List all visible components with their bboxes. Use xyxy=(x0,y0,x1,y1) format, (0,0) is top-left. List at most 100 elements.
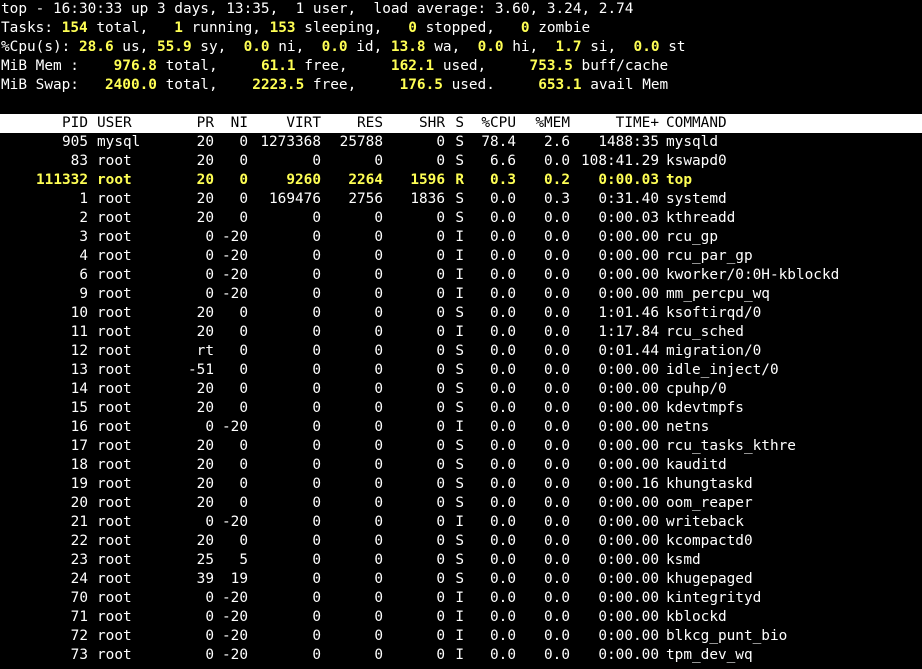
process-pid-cell: 70 xyxy=(70,590,88,606)
process-row[interactable]: 10 root 20 0 0 0 0 S 0.0 0.0 1:01.46 ksoftirqd/0 xyxy=(0,304,922,323)
process-res-cell: 2264 xyxy=(348,172,383,188)
process-res-cell: 0 xyxy=(374,229,383,245)
process-res-cell: 0 xyxy=(374,343,383,359)
process-row[interactable]: 70 root 0 -20 0 0 0 I 0.0 0.0 0:00.00 kintegrityd xyxy=(0,589,922,608)
process-cmd-cell: systemd xyxy=(666,191,727,207)
col-res[interactable]: RES xyxy=(321,114,383,133)
process-mem-cell: 0.0 xyxy=(544,552,570,568)
process-pid-cell: 12 xyxy=(70,343,88,359)
process-row[interactable]: 11 root 20 0 0 0 0 I 0.0 0.0 1:17.84 rcu_sched xyxy=(0,323,922,342)
process-row[interactable]: 15 root 20 0 0 0 0 S 0.0 0.0 0:00.00 kdevtmpfs xyxy=(0,399,922,418)
process-row[interactable]: 1 root 20 0 169476 2756 1836 S 0.0 0.3 0:31.40 syst… xyxy=(0,190,922,209)
process-row[interactable]: 2 root 20 0 0 0 0 S 0.0 0.0 0:00.03 kthreadd xyxy=(0,209,922,228)
process-cmd-cell: writeback xyxy=(666,514,744,530)
process-res-cell: 0 xyxy=(374,286,383,302)
process-row[interactable]: 20 root 20 0 0 0 0 S 0.0 0.0 0:00.00 oom_reaper xyxy=(0,494,922,513)
col-s[interactable]: S xyxy=(445,114,464,133)
process-res-cell: 0 xyxy=(374,419,383,435)
process-s-cell: S xyxy=(455,134,464,150)
process-row[interactable]: 13 root -51 0 0 0 0 S 0.0 0.0 0:00.00 idle_inject/0 xyxy=(0,361,922,380)
process-virt-cell: 0 xyxy=(312,571,321,587)
process-user-cell: root xyxy=(97,609,132,625)
process-shr-cell: 0 xyxy=(436,457,445,473)
process-row[interactable]: 4 root 0 -20 0 0 0 I 0.0 0.0 0:00.00 rcu_par_gp xyxy=(0,247,922,266)
process-mem-cell: 0.0 xyxy=(544,571,570,587)
process-mem-cell: 0.2 xyxy=(544,172,570,188)
process-row[interactable]: 12 root rt 0 0 0 0 S 0.0 0.0 0:01.44 migration/0 xyxy=(0,342,922,361)
process-cmd-cell: khugepaged xyxy=(666,571,753,587)
process-mem-cell: 0.3 xyxy=(544,191,570,207)
process-s-cell: I xyxy=(455,229,464,245)
process-row[interactable]: 21 root 0 -20 0 0 0 I 0.0 0.0 0:00.00 writeback xyxy=(0,513,922,532)
process-row[interactable]: 905 mysql 20 0 1273368 25788 0 S 78.4 2.6 1488:35 m… xyxy=(0,133,922,152)
process-ni-cell: 0 xyxy=(239,343,248,359)
mem-free: 61.1 xyxy=(260,58,296,74)
process-row[interactable]: 71 root 0 -20 0 0 0 I 0.0 0.0 0:00.00 kblockd xyxy=(0,608,922,627)
col-command[interactable]: COMMAND xyxy=(659,114,909,133)
process-res-cell: 0 xyxy=(374,381,383,397)
process-shr-cell: 0 xyxy=(436,229,445,245)
process-s-cell: S xyxy=(455,457,464,473)
process-time-cell: 1488:35 xyxy=(598,134,659,150)
process-cmd-cell: migration/0 xyxy=(666,343,762,359)
process-row[interactable]: 111332 root 20 0 9260 2264 1596 R 0.3 0.2 0:00.03 t… xyxy=(0,171,922,190)
process-cpu-cell: 0.0 xyxy=(490,305,516,321)
process-cpu-cell: 78.4 xyxy=(481,134,516,150)
process-row[interactable]: 3 root 0 -20 0 0 0 I 0.0 0.0 0:00.00 rcu_gp xyxy=(0,228,922,247)
process-row[interactable]: 16 root 0 -20 0 0 0 I 0.0 0.0 0:00.00 netns xyxy=(0,418,922,437)
process-row[interactable]: 18 root 20 0 0 0 0 S 0.0 0.0 0:00.00 kauditd xyxy=(0,456,922,475)
process-user-cell: root xyxy=(97,229,132,245)
process-cmd-cell: khungtaskd xyxy=(666,476,753,492)
process-pid-cell: 1 xyxy=(79,191,88,207)
process-pid-cell: 15 xyxy=(70,400,88,416)
process-user-cell: root xyxy=(97,419,132,435)
process-cmd-cell: kauditd xyxy=(666,457,727,473)
col-mem[interactable]: %MEM xyxy=(516,114,570,133)
process-virt-cell: 0 xyxy=(312,286,321,302)
process-pid-cell: 11 xyxy=(70,324,88,340)
process-mem-cell: 0.0 xyxy=(544,514,570,530)
process-virt-cell: 0 xyxy=(312,419,321,435)
col-cpu[interactable]: %CPU xyxy=(464,114,516,133)
process-virt-cell: 0 xyxy=(312,381,321,397)
process-mem-cell: 0.0 xyxy=(544,495,570,511)
process-time-cell: 0:31.40 xyxy=(598,191,659,207)
process-row[interactable]: 23 root 25 5 0 0 0 S 0.0 0.0 0:00.00 ksmd xyxy=(0,551,922,570)
process-row[interactable]: 17 root 20 0 0 0 0 S 0.0 0.0 0:00.00 rcu_tasks_kthr… xyxy=(0,437,922,456)
process-res-cell: 0 xyxy=(374,305,383,321)
process-mem-cell: 0.0 xyxy=(544,229,570,245)
process-mem-cell: 0.0 xyxy=(544,324,570,340)
process-row[interactable]: 9 root 0 -20 0 0 0 I 0.0 0.0 0:00.00 mm_percpu_wq xyxy=(0,285,922,304)
col-virt[interactable]: VIRT xyxy=(248,114,321,133)
process-row[interactable]: 6 root 0 -20 0 0 0 I 0.0 0.0 0:00.00 kworker/0:0H-k… xyxy=(0,266,922,285)
col-ni[interactable]: NI xyxy=(214,114,248,133)
process-shr-cell: 0 xyxy=(436,381,445,397)
process-row[interactable]: 22 root 20 0 0 0 0 S 0.0 0.0 0:00.00 kcompactd0 xyxy=(0,532,922,551)
process-row[interactable]: 72 root 0 -20 0 0 0 I 0.0 0.0 0:00.00 blkcg_punt_bi… xyxy=(0,627,922,646)
process-row[interactable]: 73 root 0 -20 0 0 0 I 0.0 0.0 0:00.00 tpm_dev_wq xyxy=(0,646,922,665)
col-time[interactable]: TIME+ xyxy=(570,114,659,133)
process-pr-cell: 0 xyxy=(205,286,214,302)
process-ni-cell: 19 xyxy=(230,571,248,587)
process-cpu-cell: 0.0 xyxy=(490,514,516,530)
process-ni-cell: 0 xyxy=(239,324,248,340)
process-time-cell: 0:00.00 xyxy=(598,590,659,606)
process-row[interactable]: 14 root 20 0 0 0 0 S 0.0 0.0 0:00.00 cpuhp/0 xyxy=(0,380,922,399)
process-user-cell: root xyxy=(97,210,132,226)
process-row[interactable]: 19 root 20 0 0 0 0 S 0.0 0.0 0:00.16 khungtaskd xyxy=(0,475,922,494)
process-row[interactable]: 83 root 20 0 0 0 0 S 6.6 0.0 108:41.29 kswapd0 xyxy=(0,152,922,171)
column-header: PID USER PR NI VIRT RES SHR S %CPU %MEM TIME+ COMMA… xyxy=(0,114,922,133)
process-list: 905 mysql 20 0 1273368 25788 0 S 78.4 2.6 1488:35 m… xyxy=(0,133,922,665)
process-ni-cell: 0 xyxy=(239,134,248,150)
col-pr[interactable]: PR xyxy=(168,114,214,133)
process-pr-cell: 0 xyxy=(205,248,214,264)
process-cmd-cell: idle_inject/0 xyxy=(666,362,779,378)
process-ni-cell: -20 xyxy=(222,628,248,644)
process-virt-cell: 0 xyxy=(312,457,321,473)
col-shr[interactable]: SHR xyxy=(383,114,445,133)
process-cpu-cell: 0.0 xyxy=(490,552,516,568)
process-row[interactable]: 24 root 39 19 0 0 0 S 0.0 0.0 0:00.00 khugepaged xyxy=(0,570,922,589)
col-pid[interactable]: PID xyxy=(1,114,88,133)
col-user[interactable]: USER xyxy=(88,114,168,133)
process-virt-cell: 0 xyxy=(312,362,321,378)
